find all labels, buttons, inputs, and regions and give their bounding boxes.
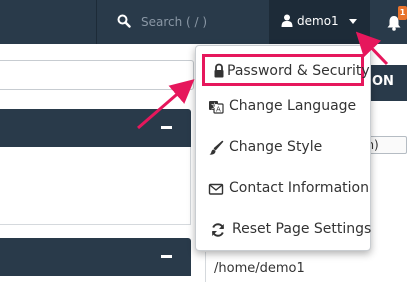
search-icon	[117, 14, 131, 28]
caret-down-icon	[349, 19, 357, 24]
panel-header-2[interactable]	[0, 238, 191, 276]
menu-item-contact-information[interactable]: Contact Information	[196, 171, 372, 207]
user-icon	[281, 14, 293, 27]
collapse-icon[interactable]	[161, 126, 172, 129]
panel-body-1	[0, 147, 191, 225]
svg-text:A: A	[216, 106, 221, 114]
envelope-icon	[208, 183, 224, 195]
refresh-icon	[212, 223, 224, 237]
divider	[205, 252, 206, 282]
menu-item-label: Contact Information	[229, 180, 369, 196]
right-panel-header-label: ON	[372, 74, 394, 89]
menu-item-label: Reset Page Settings	[232, 221, 372, 237]
panel-header-1[interactable]	[0, 109, 191, 147]
user-menu-toggle[interactable]: demo1	[269, 0, 370, 44]
username-label: demo1	[297, 14, 339, 28]
lock-icon	[214, 63, 224, 78]
menu-item-password-security[interactable]: Password & Security	[202, 54, 370, 86]
top-navbar: demo1 1	[0, 0, 407, 44]
menu-item-reset-page-settings[interactable]: Reset Page Settings	[196, 212, 372, 248]
paintbrush-icon	[209, 140, 224, 155]
search-bar[interactable]	[96, 0, 269, 44]
background-text-input[interactable]	[0, 60, 194, 90]
home-directory-value: /home/demo1	[214, 261, 305, 276]
language-icon: 文 A	[209, 101, 224, 114]
menu-item-change-style[interactable]: Change Style	[196, 130, 372, 166]
menu-item-label: Change Language	[229, 98, 357, 114]
search-input[interactable]	[141, 10, 261, 34]
menu-item-label: Password & Security	[227, 63, 370, 79]
notifications-button[interactable]: 1	[382, 6, 407, 38]
user-dropdown-menu: Password & Security 文 A Change Language …	[195, 45, 371, 251]
collapse-icon[interactable]	[161, 255, 172, 258]
menu-item-label: Change Style	[229, 139, 323, 155]
menu-item-change-language[interactable]: 文 A Change Language	[196, 89, 372, 125]
notification-badge: 1	[398, 6, 407, 20]
